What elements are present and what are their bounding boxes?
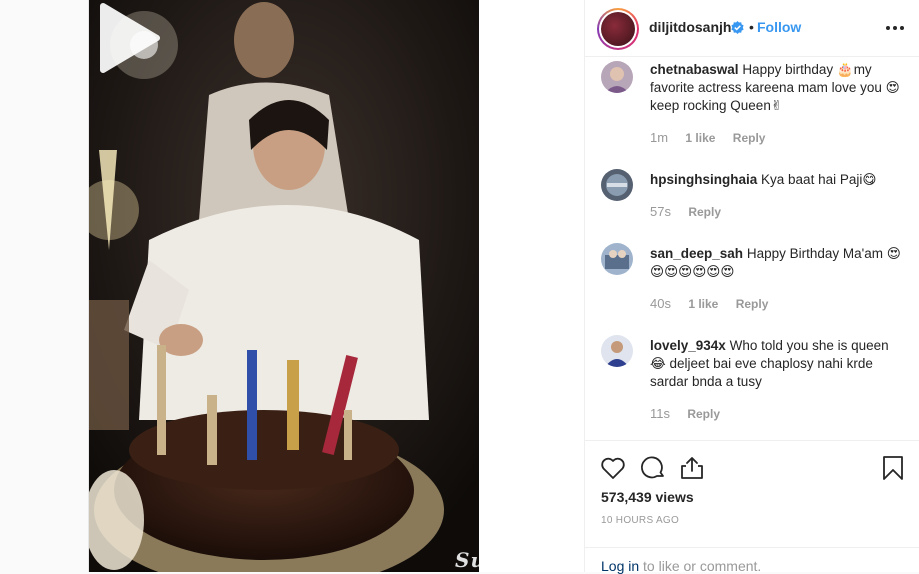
victory-hand-emoji: ✌ xyxy=(770,98,783,113)
heart-eyes-emoji: 😍 xyxy=(885,80,900,95)
comment-text: Kya baat hai Paji xyxy=(761,172,863,187)
comment-username[interactable]: hpsinghsinghaia xyxy=(650,172,757,187)
comment-time[interactable]: 40s xyxy=(650,296,671,311)
post-actions: 573,439 views 10 HOURS AGO Log in to lik… xyxy=(585,440,919,574)
comment-username[interactable]: san_deep_sah xyxy=(650,246,743,261)
follow-button[interactable]: Follow xyxy=(757,19,801,35)
comment-likes[interactable]: 1 like xyxy=(688,297,718,311)
reply-button[interactable]: Reply xyxy=(687,407,720,421)
avatar-image xyxy=(601,12,635,46)
header-separator: • xyxy=(749,19,754,35)
post-timestamp[interactable]: 10 HOURS AGO xyxy=(601,515,679,526)
comment-text: Happy birthday xyxy=(742,62,837,77)
comment-time[interactable]: 1m xyxy=(650,130,668,145)
commenter-photo xyxy=(601,335,633,367)
comment-time[interactable]: 11s xyxy=(650,406,670,421)
commenter-avatar[interactable] xyxy=(601,243,633,275)
comment-body: lovely_934x Who told you she is queen 😂 … xyxy=(650,337,902,391)
reply-button[interactable]: Reply xyxy=(688,205,721,219)
heart-icon[interactable] xyxy=(599,454,627,482)
reply-button[interactable]: Reply xyxy=(733,131,766,145)
verified-badge-icon xyxy=(731,21,744,34)
comment-body: san_deep_sah Happy Birthday Ma'am 😍😍😍😍😍😍… xyxy=(650,245,902,281)
laughing-emoji: 😂 xyxy=(650,356,666,371)
comment-icon[interactable] xyxy=(639,454,667,482)
comment-body: hpsinghsinghaia Kya baat hai Paji😋 xyxy=(650,171,902,189)
comment-text: Happy Birthday Ma'am xyxy=(746,246,887,261)
commenter-avatar[interactable] xyxy=(601,61,633,93)
comment-text: Who told you she is queen xyxy=(729,338,889,353)
owner-username[interactable]: diljitdosanjh xyxy=(649,19,731,35)
comment-meta: 40s 1 like Reply xyxy=(650,296,782,311)
commenter-avatar[interactable] xyxy=(601,335,633,367)
more-options-icon[interactable] xyxy=(885,20,905,36)
view-count[interactable]: 573,439 views xyxy=(601,489,694,505)
comment-time[interactable]: 57s xyxy=(650,204,671,219)
comment-text: deljeet bai eve chaplosy nahi krde sarda… xyxy=(650,356,873,389)
commenter-photo xyxy=(601,243,633,275)
video-frame xyxy=(89,0,479,572)
comment-meta: 11s Reply xyxy=(650,406,734,421)
comment-body: chetnabaswal Happy birthday 🎂my favorite… xyxy=(650,61,902,115)
play-icon[interactable] xyxy=(89,0,165,76)
comment-meta: 57s Reply xyxy=(650,204,735,219)
post-header: diljitdosanjh • Follow xyxy=(585,0,919,57)
media-right-gap xyxy=(479,0,585,572)
page: Suo... diljitdosanjh • Follow xyxy=(0,0,919,574)
comment-username[interactable]: chetnabaswal xyxy=(650,62,739,77)
share-icon[interactable] xyxy=(678,454,706,482)
bookmark-icon[interactable] xyxy=(879,454,907,482)
avatar-inner xyxy=(599,10,637,48)
comment-likes[interactable]: 1 like xyxy=(685,131,715,145)
video-watermark: Suo... xyxy=(455,548,479,572)
commenter-photo xyxy=(601,61,633,93)
post-video[interactable]: Suo... xyxy=(89,0,479,572)
reply-button[interactable]: Reply xyxy=(736,297,769,311)
comment-username[interactable]: lovely_934x xyxy=(650,338,726,353)
yum-emoji: 😋 xyxy=(862,172,877,187)
commenter-photo xyxy=(601,169,633,201)
comment-text: keep rocking Queen xyxy=(650,98,771,113)
post-side-panel: diljitdosanjh • Follow chetnabaswal Happ… xyxy=(584,0,919,574)
login-prompt: Log in to like or comment. xyxy=(585,547,919,574)
comments-list[interactable]: chetnabaswal Happy birthday 🎂my favorite… xyxy=(585,57,919,440)
owner-avatar[interactable] xyxy=(597,8,639,50)
commenter-avatar[interactable] xyxy=(601,169,633,201)
cake-emoji: 🎂 xyxy=(836,62,854,77)
comment-meta: 1m 1 like Reply xyxy=(650,130,779,145)
